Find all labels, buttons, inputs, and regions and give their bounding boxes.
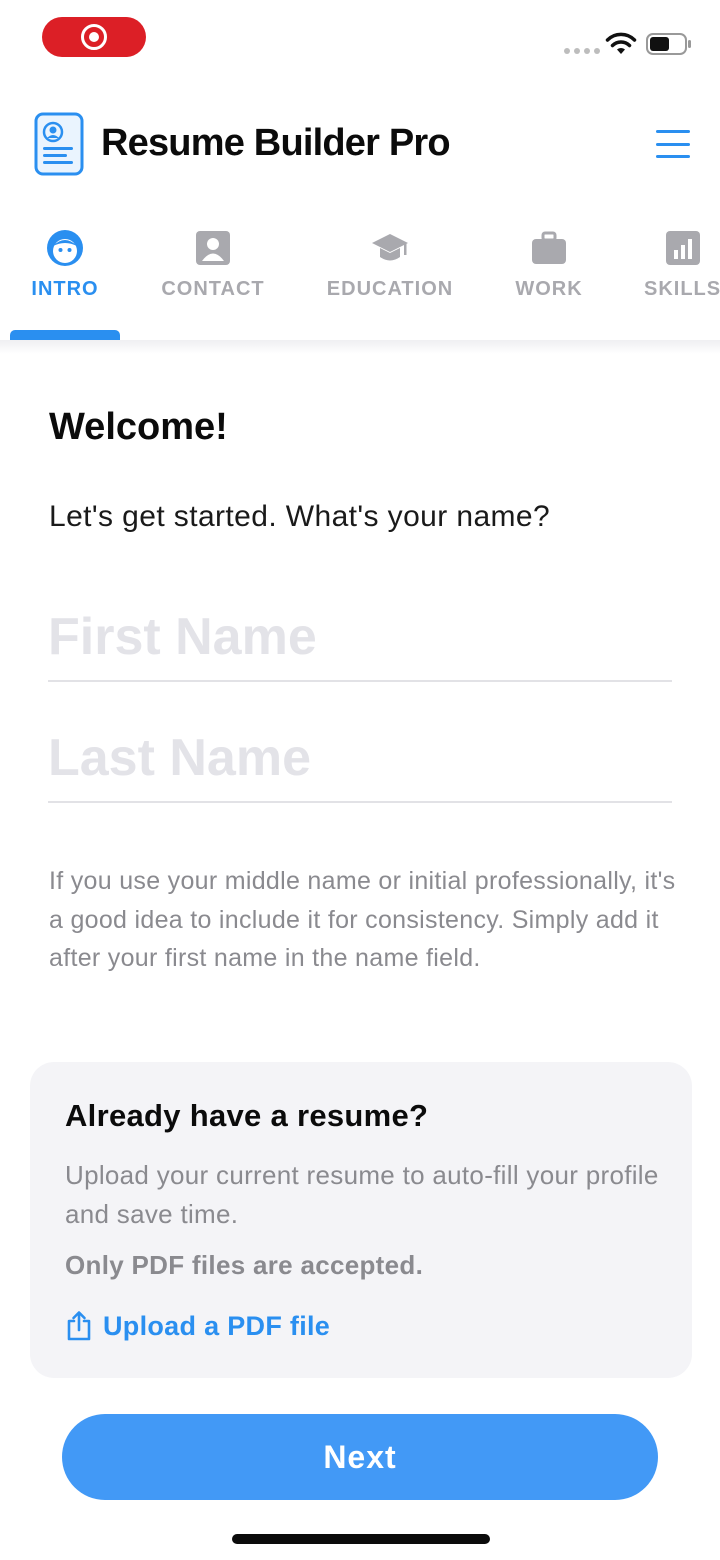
- graduation-cap-icon: [372, 234, 408, 261]
- tab-divider: [0, 340, 720, 354]
- signal-icon: [564, 48, 600, 54]
- tab-education-label: EDUCATION: [326, 278, 454, 300]
- upload-card-description: Upload your current resume to auto-fill …: [65, 1160, 659, 1229]
- last-name-field[interactable]: [48, 715, 672, 803]
- hamburger-menu-icon[interactable]: [650, 126, 696, 162]
- contact-card-icon: [196, 231, 230, 265]
- tab-work-label: WORK: [515, 278, 583, 300]
- tab-contact[interactable]: CONTACT: [160, 228, 266, 301]
- middle-name-hint: If you use your middle name or initial p…: [49, 867, 676, 972]
- active-tab-indicator: [10, 330, 120, 340]
- tab-intro-label: INTRO: [31, 278, 99, 300]
- tab-contact-label: CONTACT: [161, 278, 265, 300]
- share-upload-icon: [67, 1311, 91, 1341]
- tab-education[interactable]: EDUCATION: [326, 228, 454, 301]
- name-prompt: Let's get started. What's your name?: [49, 500, 551, 533]
- tab-bar: INTRO CONTACT EDUCATION WORK SKILLS: [0, 210, 720, 340]
- first-name-field[interactable]: [48, 594, 672, 682]
- bar-chart-icon: [666, 231, 700, 265]
- page-title: Welcome!: [49, 406, 228, 448]
- next-button[interactable]: Next: [62, 1414, 658, 1500]
- upload-resume-card: Already have a resume? Upload your curre…: [30, 1062, 692, 1378]
- home-indicator[interactable]: [232, 1534, 490, 1544]
- upload-pdf-link[interactable]: Upload a PDF file: [65, 1310, 330, 1342]
- upload-card-title: Already have a resume?: [65, 1098, 429, 1133]
- app-header: Resume Builder Pro: [0, 100, 720, 190]
- status-bar: [0, 0, 720, 80]
- face-icon: [47, 230, 83, 266]
- pdf-only-note: Only PDF files are accepted.: [65, 1250, 424, 1280]
- tab-skills[interactable]: SKILLS: [644, 228, 720, 301]
- battery-icon: [646, 33, 691, 55]
- wifi-icon: [605, 32, 637, 54]
- briefcase-icon: [532, 231, 566, 264]
- tab-work[interactable]: WORK: [515, 228, 583, 301]
- record-icon[interactable]: [42, 17, 146, 57]
- tab-skills-label: SKILLS: [644, 278, 720, 300]
- upload-pdf-label: Upload a PDF file: [103, 1310, 331, 1341]
- tab-intro[interactable]: INTRO: [31, 228, 99, 301]
- resume-document-icon: [34, 112, 84, 176]
- app-title: Resume Builder Pro: [101, 122, 451, 164]
